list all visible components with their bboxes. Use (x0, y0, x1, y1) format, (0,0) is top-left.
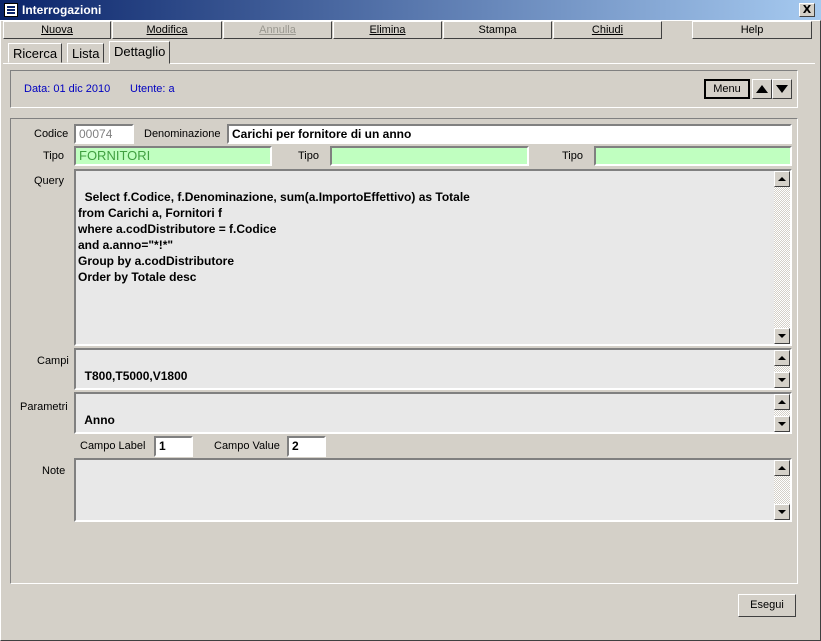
arrow-down-icon (776, 85, 788, 93)
tipo3-field[interactable] (594, 146, 792, 166)
annulla-button[interactable]: Annulla (223, 21, 332, 39)
scroll-up-button[interactable] (774, 350, 790, 366)
parametri-label: Parametri (20, 401, 68, 413)
scroll-down-button[interactable] (774, 328, 790, 344)
title-bar (0, 0, 821, 20)
query-label: Query (34, 175, 64, 187)
tipo1-field[interactable]: FORNITORI (74, 146, 272, 166)
scroll-down-icon (778, 422, 786, 426)
query-scrollbar[interactable] (774, 171, 790, 344)
tipo2-label: Tipo (298, 150, 319, 162)
stampa-button[interactable]: Stampa (443, 21, 552, 39)
window-title: Interrogazioni (22, 3, 102, 17)
campo-value-label: Campo Value (214, 440, 280, 452)
tab-ricerca[interactable]: Ricerca (8, 43, 63, 63)
campo-value-field[interactable]: 2 (287, 436, 326, 457)
date-label: Data: 01 dic 2010 (24, 83, 111, 95)
arrow-up-icon (756, 85, 768, 93)
esegui-button[interactable]: Esegui (738, 594, 796, 617)
parametri-textarea[interactable]: Anno (74, 392, 792, 434)
modifica-button[interactable]: Modifica (112, 21, 222, 39)
close-button[interactable]: X (799, 3, 815, 17)
tipo1-label: Tipo (43, 150, 64, 162)
scroll-up-button[interactable] (774, 171, 790, 187)
parametri-scrollbar[interactable] (774, 394, 790, 432)
tab-dettaglio[interactable]: Dettaglio (109, 41, 171, 64)
scroll-down-icon (778, 510, 786, 514)
query-text: Select f.Codice, f.Denominazione, sum(a.… (78, 190, 470, 284)
note-label: Note (42, 465, 66, 477)
user-label: Utente: a (130, 83, 175, 95)
campo-label-label: Campo Label (80, 440, 146, 452)
campi-text: T800,T5000,V1800 (84, 369, 188, 383)
campi-label: Campi (37, 355, 69, 367)
elimina-button[interactable]: Elimina (333, 21, 442, 39)
note-scrollbar[interactable] (774, 460, 790, 520)
campi-textarea[interactable]: T800,T5000,V1800 (74, 348, 792, 390)
denominazione-label: Denominazione (144, 128, 221, 140)
scroll-down-icon (778, 334, 786, 338)
campo-label-field[interactable]: 1 (154, 436, 193, 457)
chiudi-button[interactable]: Chiudi (553, 21, 662, 39)
header-panel (10, 70, 798, 108)
scroll-up-icon (778, 177, 786, 181)
codice-label: Codice (34, 128, 69, 140)
campi-scrollbar[interactable] (774, 350, 790, 388)
scroll-down-button[interactable] (774, 504, 790, 520)
query-textarea[interactable]: Select f.Codice, f.Denominazione, sum(a.… (74, 169, 792, 346)
parametri-text: Anno (84, 413, 115, 427)
scroll-up-icon (778, 400, 786, 404)
help-button[interactable]: Help (692, 21, 812, 39)
scroll-down-button[interactable] (774, 416, 790, 432)
scroll-up-button[interactable] (774, 460, 790, 476)
scroll-up-icon (778, 466, 786, 470)
app-icon (4, 3, 18, 17)
denominazione-field[interactable]: Carichi per fornitore di un anno (227, 124, 792, 144)
tipo2-field[interactable] (330, 146, 529, 166)
tab-lista[interactable]: Lista (67, 43, 105, 63)
scroll-up-icon (778, 356, 786, 360)
scroll-up-button[interactable] (774, 394, 790, 410)
note-textarea[interactable] (74, 458, 792, 522)
tipo3-label: Tipo (562, 150, 583, 162)
scroll-down-icon (778, 378, 786, 382)
next-button[interactable] (772, 79, 792, 99)
codice-field[interactable]: 00074 (74, 124, 134, 144)
menu-button[interactable]: Menu (704, 79, 750, 99)
scroll-down-button[interactable] (774, 372, 790, 388)
previous-button[interactable] (752, 79, 772, 99)
nuova-button[interactable]: Nuova (3, 21, 111, 39)
